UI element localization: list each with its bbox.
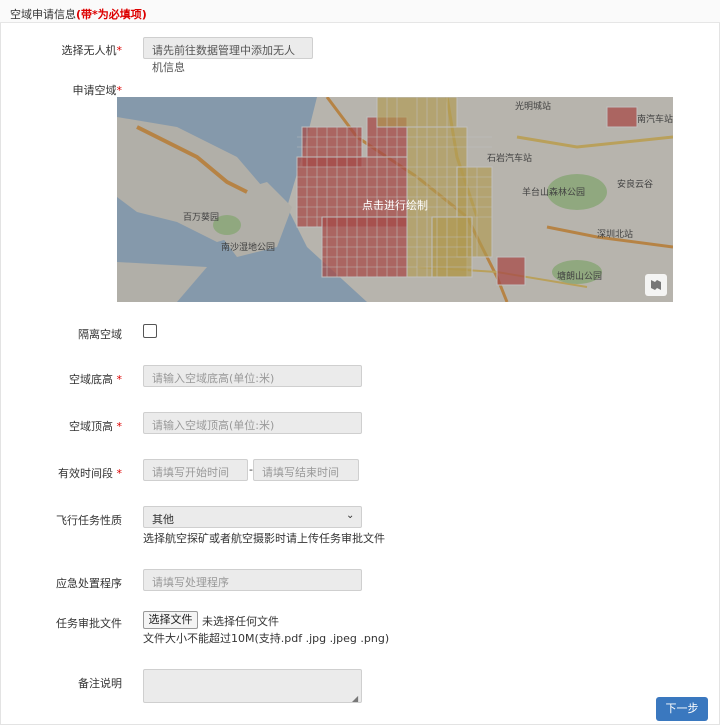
mission-type-value: 其他	[152, 513, 174, 526]
file-status: 未选择任何文件	[202, 615, 279, 628]
ceiling-label: 空域顶高 *	[69, 420, 122, 433]
start-time-input[interactable]: 请填写开始时间	[143, 459, 248, 481]
end-time-input[interactable]: 请填写结束时间	[253, 459, 359, 481]
emergency-input[interactable]: 请填写处理程序	[143, 569, 362, 591]
section-header: 空域申请信息(带*为必填项)	[0, 0, 720, 23]
required-note: (带*为必填项)	[76, 8, 147, 21]
mission-type-hint: 选择航空探矿或者航空摄影时请上传任务审批文件	[143, 532, 385, 545]
drone-label: 选择无人机*	[61, 44, 123, 57]
approval-file-label: 任务审批文件	[56, 617, 122, 630]
drone-empty-text-2: 机信息	[152, 61, 185, 74]
period-label: 有效时间段 *	[58, 467, 122, 480]
ceiling-input[interactable]: 请输入空域顶高(单位:米)	[143, 412, 362, 434]
resize-grip-icon[interactable]: ◢	[352, 694, 358, 703]
airspace-map[interactable]: 光明城站 百万葵园 南沙湿地公园 石岩汽车站 羊台山森林公园 深圳北站 塘朗山公…	[117, 97, 673, 302]
mission-type-select[interactable]	[143, 506, 362, 528]
drone-empty-text-1: 请先前往数据管理中添加无人	[152, 44, 295, 57]
next-button[interactable]: 下一步	[656, 697, 708, 721]
isolation-label: 隔离空域	[78, 328, 122, 341]
chevron-down-icon: ⌄	[346, 510, 355, 521]
section-title-text: 空域申请信息	[10, 8, 76, 21]
section-title: 空域申请信息(带*为必填项)	[10, 6, 147, 22]
airspace-label: 申请空域*	[72, 84, 123, 97]
map-layers-glyph	[651, 280, 661, 290]
choose-file-button[interactable]: 选择文件	[143, 611, 198, 629]
floor-label: 空域底高 *	[69, 373, 122, 386]
remarks-label: 备注说明	[78, 677, 122, 690]
floor-input[interactable]: 请输入空域底高(单位:米)	[143, 365, 362, 387]
mission-type-label: 飞行任务性质	[56, 514, 122, 527]
map-layers-icon[interactable]	[645, 274, 667, 296]
map-draw-hint[interactable]: 点击进行绘制	[362, 197, 428, 213]
emergency-label: 应急处置程序	[56, 577, 122, 590]
remarks-textarea[interactable]	[143, 669, 362, 703]
file-size-hint: 文件大小不能超过10M(支持.pdf .jpg .jpeg .png)	[143, 632, 390, 645]
isolation-checkbox[interactable]	[143, 324, 157, 338]
